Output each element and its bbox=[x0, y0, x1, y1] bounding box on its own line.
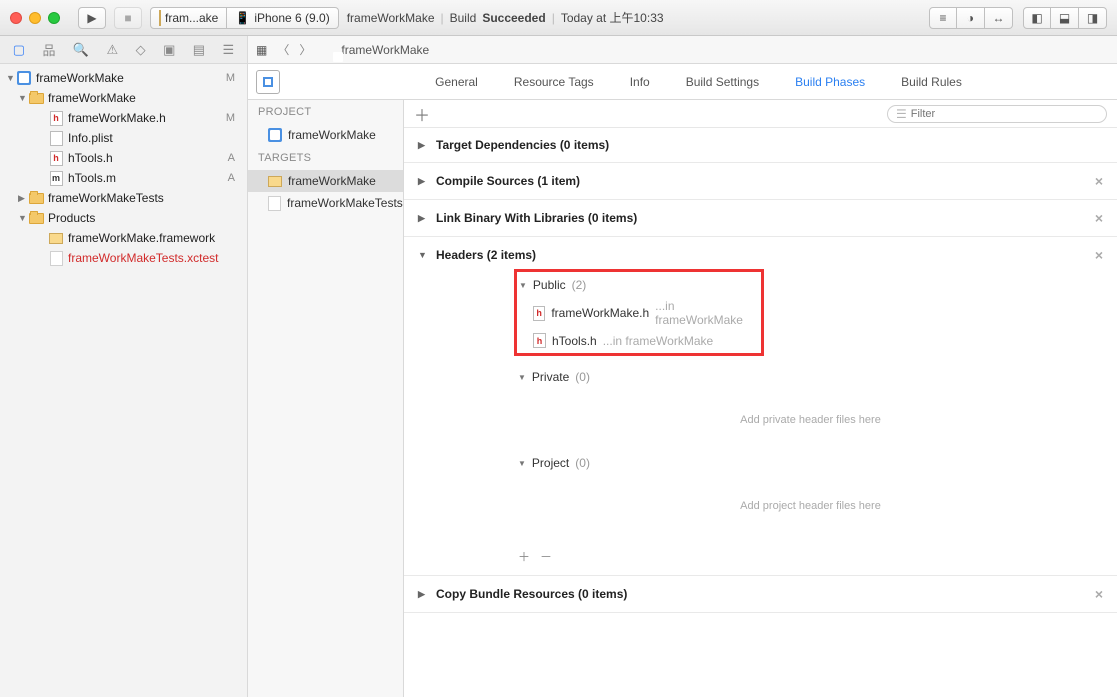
find-navigator-icon[interactable]: 🔍 bbox=[73, 42, 89, 58]
section-targets: TARGETS bbox=[248, 146, 403, 170]
issue-navigator-icon[interactable]: ⚠ bbox=[107, 42, 119, 58]
back-button[interactable]: 〈 bbox=[277, 41, 289, 58]
filter-field[interactable]: ☰ bbox=[887, 105, 1107, 123]
phase-headers: ▼Headers (2 items)× ▼Public(2) hframeWor… bbox=[404, 237, 1117, 576]
phase-headers-toggle[interactable]: ▼Headers (2 items)× bbox=[418, 247, 1103, 263]
debug-navigator-icon[interactable]: ▣ bbox=[163, 42, 175, 58]
toggle-debug-button[interactable]: ⬓ bbox=[1051, 7, 1079, 29]
filter-icon: ☰ bbox=[896, 107, 907, 121]
target-row[interactable]: frameWorkMakeTests bbox=[248, 192, 403, 214]
tree-group[interactable]: ▼frameWorkMake bbox=[0, 88, 247, 108]
project-tree[interactable]: ▼frameWorkMakeM ▼frameWorkMake hframeWor… bbox=[0, 64, 247, 697]
status-build-result: Succeeded bbox=[482, 11, 545, 25]
status-build-label: Build bbox=[450, 11, 477, 25]
editor-assistant-button[interactable]: ◑ bbox=[957, 7, 985, 29]
project-tabs: General Resource Tags Info Build Setting… bbox=[280, 75, 1117, 89]
workspace: ▢ 品 🔍 ⚠ ◇ ▣ ▤ ☰ ▼frameWorkMakeM ▼frameWo… bbox=[0, 36, 1117, 697]
run-button[interactable]: ▶ bbox=[78, 7, 106, 29]
tab-info[interactable]: Info bbox=[630, 75, 650, 89]
test-navigator-icon[interactable]: ◇ bbox=[136, 42, 146, 58]
remove-phase-button[interactable]: × bbox=[1095, 173, 1103, 189]
remove-header-button[interactable]: － bbox=[540, 548, 552, 565]
tree-file[interactable]: hhTools.hA bbox=[0, 148, 247, 168]
tree-file[interactable]: mhTools.mA bbox=[0, 168, 247, 188]
private-drop-zone[interactable]: Add private header files here bbox=[518, 388, 1103, 452]
phase-link-binary[interactable]: ▶Link Binary With Libraries (0 items)× bbox=[404, 200, 1117, 237]
remove-phase-button[interactable]: × bbox=[1095, 210, 1103, 226]
tree-file-missing[interactable]: frameWorkMakeTests.xctest bbox=[0, 248, 247, 268]
headers-public-group[interactable]: ▼Public(2) bbox=[519, 274, 759, 296]
framework-icon bbox=[268, 176, 282, 187]
status-time: Today at 上午10:33 bbox=[561, 9, 664, 26]
tree-group[interactable]: ▶frameWorkMakeTests bbox=[0, 188, 247, 208]
tab-general[interactable]: General bbox=[435, 75, 478, 89]
activity-status: frameWorkMake| Build Succeeded| Today at… bbox=[347, 9, 664, 26]
project-navigator-icon[interactable]: ▢ bbox=[13, 42, 25, 58]
phase-copy-bundle[interactable]: ▶Copy Bundle Resources (0 items)× bbox=[404, 576, 1117, 613]
zoom-window-button[interactable] bbox=[48, 12, 60, 24]
close-window-button[interactable] bbox=[10, 12, 22, 24]
tree-file[interactable]: Info.plist bbox=[0, 128, 247, 148]
remove-phase-button[interactable]: × bbox=[1095, 247, 1103, 263]
report-navigator-icon[interactable]: ☰ bbox=[223, 42, 235, 58]
status-project: frameWorkMake bbox=[347, 11, 435, 25]
navigator-panel: ▢ 品 🔍 ⚠ ◇ ▣ ▤ ☰ ▼frameWorkMakeM ▼frameWo… bbox=[0, 36, 248, 697]
editor-area: ▦ 〈 〉 frameWorkMake General Resource Tag… bbox=[248, 36, 1117, 697]
header-row[interactable]: hhTools.h...in frameWorkMake bbox=[519, 330, 759, 351]
header-file-icon: h bbox=[533, 333, 546, 348]
header-file-icon: h bbox=[533, 306, 545, 321]
forward-button[interactable]: 〉 bbox=[299, 41, 311, 58]
toggle-navigator-button[interactable]: ◧ bbox=[1023, 7, 1051, 29]
tree-file[interactable]: hframeWorkMake.hM bbox=[0, 108, 247, 128]
related-items-icon[interactable]: ▦ bbox=[256, 43, 267, 57]
toggle-utilities-button[interactable]: ◨ bbox=[1079, 7, 1107, 29]
project-editor-split: PROJECT frameWorkMake TARGETS frameWorkM… bbox=[248, 100, 1117, 697]
jump-bar-item[interactable]: frameWorkMake bbox=[341, 43, 429, 57]
header-row[interactable]: hframeWorkMake.h...in frameWorkMake bbox=[519, 296, 759, 330]
section-project: PROJECT bbox=[248, 100, 403, 124]
tab-build-settings[interactable]: Build Settings bbox=[686, 75, 759, 89]
tree-project-root[interactable]: ▼frameWorkMakeM bbox=[0, 68, 247, 88]
phase-compile-sources[interactable]: ▶Compile Sources (1 item)× bbox=[404, 163, 1117, 200]
add-phase-button[interactable]: ＋ bbox=[414, 102, 430, 126]
test-bundle-icon bbox=[268, 196, 281, 211]
build-phases-editor: ＋ ☰ ▶Target Dependencies (0 items) ▶Comp… bbox=[404, 100, 1117, 697]
remove-phase-button[interactable]: × bbox=[1095, 586, 1103, 602]
highlight-annotation: ▼Public(2) hframeWorkMake.h...in frameWo… bbox=[514, 269, 764, 356]
scheme-name: fram...ake bbox=[165, 11, 218, 25]
project-icon bbox=[268, 128, 282, 142]
project-drop-zone[interactable]: Add project header files here bbox=[518, 474, 1103, 538]
titlebar: ▶ ■ fram...ake 📱iPhone 6 (9.0) frameWork… bbox=[0, 0, 1117, 36]
symbol-navigator-icon[interactable]: 品 bbox=[42, 40, 55, 59]
minimize-window-button[interactable] bbox=[29, 12, 41, 24]
navigator-tabs[interactable]: ▢ 品 🔍 ⚠ ◇ ▣ ▤ ☰ bbox=[0, 36, 247, 64]
toolbar-right: ≡ ◑ ↔ ◧ ⬓ ◨ bbox=[929, 7, 1107, 29]
breakpoint-navigator-icon[interactable]: ▤ bbox=[193, 42, 205, 58]
tab-resource-tags[interactable]: Resource Tags bbox=[514, 75, 594, 89]
add-header-button[interactable]: ＋ bbox=[518, 548, 530, 565]
phases-toolbar: ＋ ☰ bbox=[404, 100, 1117, 128]
project-targets-list: PROJECT frameWorkMake TARGETS frameWorkM… bbox=[248, 100, 404, 697]
device-name: iPhone 6 (9.0) bbox=[254, 11, 329, 25]
headers-private-group[interactable]: ▼Private(0) bbox=[518, 366, 1103, 388]
window-controls bbox=[10, 12, 60, 24]
editor-version-button[interactable]: ↔ bbox=[985, 7, 1013, 29]
tree-file[interactable]: frameWorkMake.framework bbox=[0, 228, 247, 248]
jump-bar[interactable]: ▦ 〈 〉 frameWorkMake bbox=[248, 36, 1117, 64]
tab-build-rules[interactable]: Build Rules bbox=[901, 75, 962, 89]
tree-group[interactable]: ▼Products bbox=[0, 208, 247, 228]
filter-input[interactable] bbox=[911, 108, 1098, 120]
project-row[interactable]: frameWorkMake bbox=[248, 124, 403, 146]
phase-target-dependencies[interactable]: ▶Target Dependencies (0 items) bbox=[404, 128, 1117, 163]
editor-standard-button[interactable]: ≡ bbox=[929, 7, 957, 29]
stop-button[interactable]: ■ bbox=[114, 7, 142, 29]
toggle-targets-list-button[interactable] bbox=[256, 70, 280, 94]
target-row[interactable]: frameWorkMake bbox=[248, 170, 403, 192]
scheme-selector[interactable]: fram...ake 📱iPhone 6 (9.0) bbox=[150, 7, 339, 29]
tab-build-phases[interactable]: Build Phases bbox=[795, 75, 865, 89]
project-editor-header: General Resource Tags Info Build Setting… bbox=[248, 64, 1117, 100]
headers-project-group[interactable]: ▼Project(0) bbox=[518, 452, 1103, 474]
